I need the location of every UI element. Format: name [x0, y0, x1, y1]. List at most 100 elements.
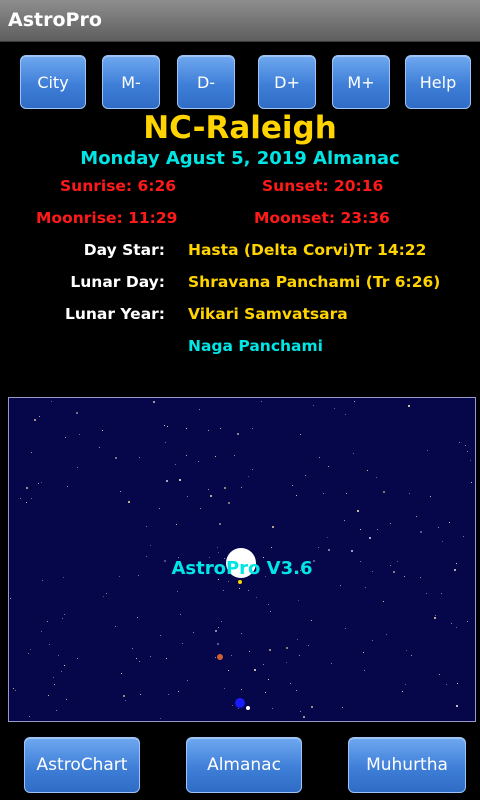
star-dot [210, 495, 212, 497]
astrochart-button[interactable]: AstroChart [24, 737, 140, 793]
star-dot [249, 651, 250, 652]
sky-view[interactable]: AstroPro V3.6 [8, 397, 476, 722]
star-dot [292, 485, 293, 486]
star-dot [467, 451, 468, 452]
star-dot [420, 531, 422, 533]
star-dot [263, 664, 264, 665]
star-dot [438, 527, 439, 528]
star-dot [215, 456, 216, 457]
star-dot [372, 640, 373, 641]
star-dot [166, 480, 168, 482]
star-dot [386, 634, 387, 635]
star-dot [58, 655, 59, 656]
star-dot [77, 467, 78, 468]
star-dot [300, 434, 301, 435]
star-dot [252, 428, 253, 429]
star-dot [10, 598, 11, 599]
star-dot [223, 590, 224, 591]
star-dot [115, 626, 116, 627]
star-dot [31, 452, 32, 453]
star-dot [178, 691, 179, 692]
star-dot [20, 498, 21, 499]
star-dot [254, 669, 256, 671]
month-next-button[interactable]: M+ [332, 55, 390, 109]
star-dot [353, 453, 354, 454]
star-dot [106, 593, 107, 594]
day-star-label: Day Star: [83, 241, 165, 259]
planet-red-dot [217, 654, 223, 660]
star-dot [328, 466, 329, 467]
muhurtha-button[interactable]: Muhurtha [348, 737, 466, 793]
star-dot [435, 615, 436, 616]
star-dot [41, 631, 42, 632]
star-dot [167, 426, 168, 427]
star-dot [303, 716, 305, 718]
day-next-button[interactable]: D+ [258, 55, 316, 109]
star-dot [290, 683, 291, 684]
almanac-button[interactable]: Almanac [186, 737, 302, 793]
star-dot [241, 487, 242, 488]
star-dot [439, 674, 440, 675]
star-dot [217, 643, 219, 645]
star-dot [28, 653, 29, 654]
star-dot [241, 633, 242, 634]
star-dot [186, 428, 187, 429]
star-dot [215, 657, 216, 658]
star-dot [345, 628, 346, 629]
star-dot [327, 537, 328, 538]
star-dot [331, 663, 332, 664]
star-dot [42, 580, 43, 581]
star-dot [451, 623, 452, 624]
star-dot [459, 442, 460, 443]
star-dot [344, 520, 345, 521]
title-bar: AstroPro [0, 0, 480, 42]
star-dot [208, 430, 209, 431]
star-dot [376, 477, 377, 478]
star-dot [62, 618, 63, 619]
star-dot [125, 700, 126, 701]
day-prev-button[interactable]: D- [177, 55, 235, 109]
star-dot [99, 447, 100, 448]
star-dot [137, 617, 138, 618]
lunar-year-label: Lunar Year: [64, 305, 165, 323]
star-dot [346, 493, 347, 494]
star-dot [176, 524, 177, 525]
star-dot [256, 597, 257, 598]
star-white-dot [246, 706, 250, 710]
star-dot [238, 708, 239, 709]
sunrise-time: Sunrise: 6:26 [60, 177, 177, 195]
star-dot [311, 706, 313, 708]
star-dot [219, 523, 221, 525]
star-dot [299, 655, 300, 656]
star-dot [193, 632, 194, 633]
month-prev-button[interactable]: M- [102, 55, 160, 109]
star-dot [470, 460, 471, 461]
city-button[interactable]: City [20, 55, 86, 109]
star-dot [217, 547, 218, 548]
star-dot [26, 487, 28, 489]
star-dot [270, 611, 271, 612]
star-dot [308, 645, 309, 646]
star-dot [49, 644, 50, 645]
star-dot [446, 684, 447, 685]
star-dot [272, 526, 274, 528]
star-dot [115, 457, 117, 459]
star-dot [239, 588, 240, 589]
star-dot [311, 620, 312, 621]
star-dot [200, 508, 201, 509]
star-dot [365, 587, 366, 588]
star-dot [286, 647, 288, 649]
star-dot [123, 695, 125, 697]
star-dot [426, 593, 427, 594]
star-dot [146, 556, 147, 557]
star-dot [334, 408, 335, 409]
star-dot [15, 690, 16, 691]
star-dot [228, 670, 229, 671]
star-dot [456, 627, 457, 628]
star-dot [305, 475, 306, 476]
star-dot [160, 718, 161, 719]
star-dot [319, 457, 320, 458]
star-dot [30, 649, 31, 650]
star-dot [218, 552, 219, 553]
help-button[interactable]: Help [405, 55, 471, 109]
